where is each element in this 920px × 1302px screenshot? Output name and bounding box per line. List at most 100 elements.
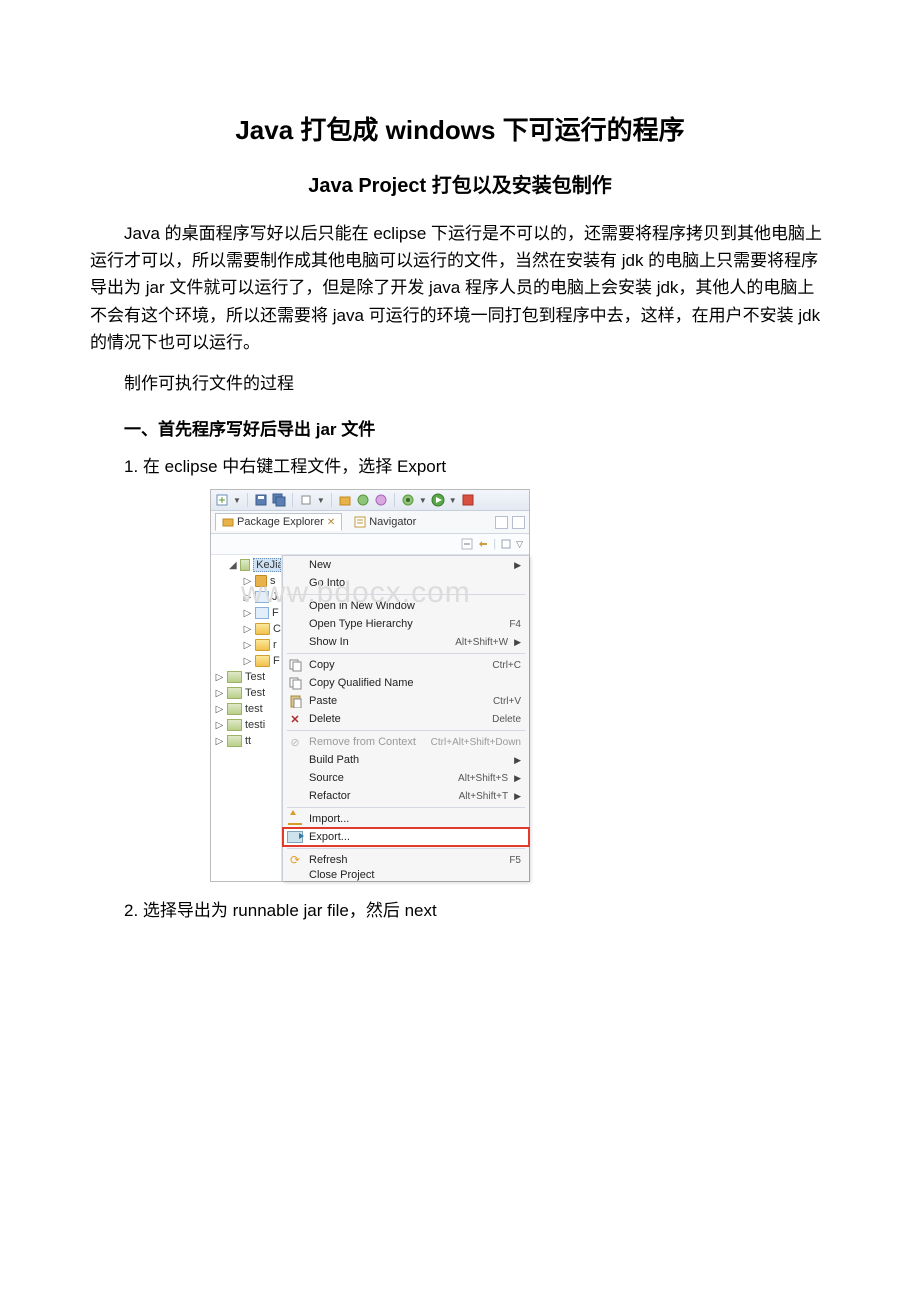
tree-node[interactable]: ▷J: [211, 589, 281, 605]
expand-toggle-icon[interactable]: ▷: [243, 656, 252, 667]
menu-separator: [287, 848, 525, 849]
menu-import[interactable]: Import...: [283, 810, 529, 828]
navigator-icon: [354, 516, 366, 528]
submenu-arrow-icon: ▶: [514, 773, 521, 784]
tree-project[interactable]: ▷tt: [211, 733, 281, 749]
toolbar-type-icon[interactable]: [374, 493, 388, 507]
view-menu-icon[interactable]: ▽: [516, 539, 523, 550]
expand-toggle-icon[interactable]: ▷: [215, 736, 224, 747]
blank-icon: [287, 576, 303, 590]
import-icon: [287, 812, 303, 826]
menu-refresh[interactable]: ⟳ Refresh F5: [283, 851, 529, 869]
package-icon: [255, 575, 267, 587]
folder-icon: [255, 655, 270, 667]
toolbar-dropdown-icon[interactable]: ▼: [317, 496, 325, 505]
minimize-view-icon[interactable]: [495, 516, 508, 529]
tree-project[interactable]: ▷Test: [211, 669, 281, 685]
toolbar-dropdown-icon[interactable]: ▼: [449, 496, 457, 505]
menu-shortcut: Alt+Shift+S: [458, 773, 508, 784]
menu-show-in[interactable]: Show In Alt+Shift+W ▶: [283, 633, 529, 651]
menu-close-project[interactable]: Close Project: [283, 869, 529, 881]
expand-toggle-icon[interactable]: ▷: [243, 624, 252, 635]
submenu-arrow-icon: ▶: [514, 755, 521, 766]
tab-pin-icon[interactable]: ✕: [327, 517, 335, 528]
tree-label: J: [272, 591, 278, 603]
menu-export[interactable]: Export...: [283, 828, 529, 846]
tree-label: F: [273, 655, 280, 667]
refresh-icon: ⟳: [287, 853, 303, 867]
tab-label: Package Explorer: [237, 516, 324, 528]
expand-toggle-icon[interactable]: ◢: [229, 560, 237, 571]
expand-toggle-icon[interactable]: ▷: [215, 720, 224, 731]
menu-copy-qualified[interactable]: Copy Qualified Name: [283, 674, 529, 692]
paragraph-intro: Java 的桌面程序写好以后只能在 eclipse 下运行是不可以的，还需要将程…: [90, 220, 830, 356]
toolbar-save-icon[interactable]: [254, 493, 268, 507]
jre-icon: [255, 591, 269, 603]
tree-node[interactable]: ▷C: [211, 621, 281, 637]
tree-project[interactable]: ▷testi: [211, 717, 281, 733]
toolbar-debug-icon[interactable]: [401, 493, 415, 507]
menu-open-new-window[interactable]: Open in New Window: [283, 597, 529, 615]
tree-label: s: [270, 575, 276, 587]
toolbar-build-icon[interactable]: [299, 493, 313, 507]
expand-toggle-icon[interactable]: ▷: [243, 608, 252, 619]
tree-node[interactable]: ▷r: [211, 637, 281, 653]
menu-label: Delete: [309, 713, 486, 725]
filters-icon[interactable]: [500, 538, 512, 550]
tree-node[interactable]: ▷F: [211, 653, 281, 669]
delete-icon: ✕: [287, 712, 303, 726]
toolbar-run-icon[interactable]: [431, 493, 445, 507]
expand-toggle-icon[interactable]: ▷: [215, 704, 224, 715]
toolbar-external-icon[interactable]: [461, 493, 475, 507]
export-icon: [287, 830, 303, 844]
menu-separator: [287, 807, 525, 808]
menu-separator: [287, 653, 525, 654]
menu-open-type-hierarchy[interactable]: Open Type Hierarchy F4: [283, 615, 529, 633]
menu-copy[interactable]: Copy Ctrl+C: [283, 656, 529, 674]
tree-project[interactable]: ▷Test: [211, 685, 281, 701]
tree-project[interactable]: ▷test: [211, 701, 281, 717]
tab-navigator[interactable]: Navigator: [348, 514, 422, 530]
menu-shortcut: F5: [509, 855, 521, 866]
expand-toggle-icon[interactable]: ▷: [243, 640, 252, 651]
menu-new[interactable]: New ▶: [283, 556, 529, 574]
toolbar-package-icon[interactable]: [338, 493, 352, 507]
toolbar-dropdown-icon[interactable]: ▼: [233, 496, 241, 505]
toolbar-dropdown-icon[interactable]: ▼: [419, 496, 427, 505]
project-icon: [227, 687, 242, 699]
menu-label: Export...: [309, 831, 521, 843]
folder-icon: [255, 623, 270, 635]
tree-node[interactable]: ▷F: [211, 605, 281, 621]
tab-package-explorer[interactable]: Package Explorer ✕: [215, 513, 342, 531]
expand-toggle-icon[interactable]: ▷: [215, 688, 224, 699]
menu-go-into[interactable]: Go Into: [283, 574, 529, 592]
tree-node[interactable]: ▷s: [211, 573, 281, 589]
menu-remove-context: ⊘ Remove from Context Ctrl+Alt+Shift+Dow…: [283, 733, 529, 751]
toolbar-save-all-icon[interactable]: [272, 493, 286, 507]
tree-project-root[interactable]: ◢ KeJian: [211, 557, 281, 573]
blank-icon: [287, 789, 303, 803]
expand-toggle-icon[interactable]: ▷: [243, 592, 252, 603]
menu-label: Open in New Window: [309, 600, 521, 612]
tree-label: F: [272, 607, 279, 619]
expand-toggle-icon[interactable]: ▷: [215, 672, 224, 683]
menu-delete[interactable]: ✕ Delete Delete: [283, 710, 529, 728]
menu-source[interactable]: Source Alt+Shift+S ▶: [283, 769, 529, 787]
toolbar-new-icon[interactable]: [215, 493, 229, 507]
menu-label: Show In: [309, 636, 449, 648]
link-editor-icon[interactable]: [477, 538, 489, 550]
menu-refactor[interactable]: Refactor Alt+Shift+T ▶: [283, 787, 529, 805]
expand-toggle-icon[interactable]: ▷: [243, 576, 252, 587]
blank-icon: [287, 869, 303, 881]
project-icon: [227, 671, 242, 683]
menu-label: Go Into: [309, 577, 521, 589]
menu-paste[interactable]: Paste Ctrl+V: [283, 692, 529, 710]
toolbar-class-icon[interactable]: [356, 493, 370, 507]
menu-shortcut: Ctrl+Alt+Shift+Down: [431, 737, 521, 748]
paragraph-process: 制作可执行文件的过程: [90, 370, 830, 397]
maximize-view-icon[interactable]: [512, 516, 525, 529]
collapse-all-icon[interactable]: [461, 538, 473, 550]
blank-icon: [287, 753, 303, 767]
menu-build-path[interactable]: Build Path ▶: [283, 751, 529, 769]
page-title: Java 打包成 windows 下可运行的程序: [90, 110, 830, 147]
